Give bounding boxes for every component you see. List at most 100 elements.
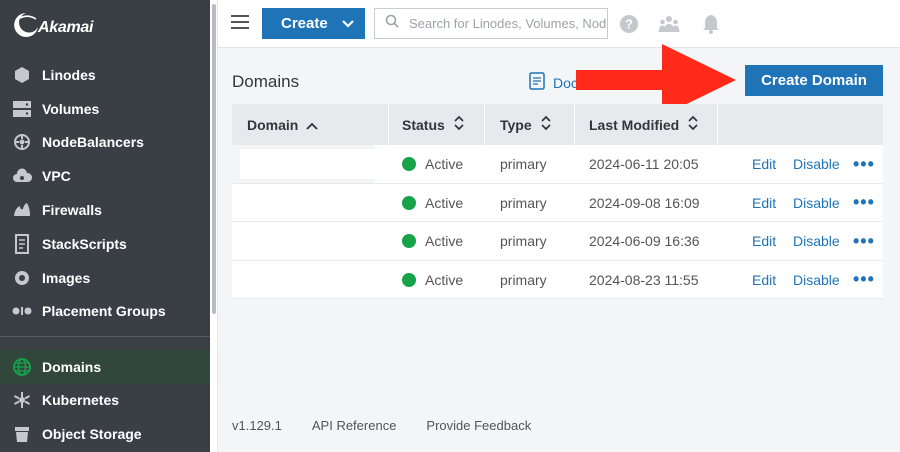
search-input[interactable] xyxy=(409,16,607,31)
create-domain-button[interactable]: Create Domain xyxy=(745,65,883,96)
table-row: Active primary 2024-06-09 16:36 Edit Dis… xyxy=(232,222,883,261)
version-text: v1.129.1 xyxy=(232,418,282,433)
sidebar-item-placement-groups[interactable]: Placement Groups xyxy=(0,294,210,328)
sidebar-item-label: Domains xyxy=(42,359,102,375)
help-icon[interactable]: ? xyxy=(618,13,640,35)
logo-text: Akamai xyxy=(38,19,94,36)
edit-link[interactable]: Edit xyxy=(752,222,776,260)
community-icon[interactable] xyxy=(658,13,680,35)
sidebar-item-domains[interactable]: Domains xyxy=(0,350,210,384)
status-active-icon xyxy=(402,234,416,248)
domains-table: Domain Status Type Last Modified Active … xyxy=(232,104,883,299)
akamai-logo[interactable]: Akamai xyxy=(12,8,93,42)
table-row: Active primary 2024-06-11 20:05 Edit Dis… xyxy=(232,145,883,184)
sidebar-item-images[interactable]: Images xyxy=(0,261,210,295)
sidebar-item-firewalls[interactable]: Firewalls xyxy=(0,193,210,227)
more-actions-icon[interactable]: ••• xyxy=(853,184,875,222)
type-cell: primary xyxy=(500,233,547,249)
sidebar-item-object-storage[interactable]: Object Storage xyxy=(0,417,210,451)
status-active-icon xyxy=(402,272,416,287)
search-icon xyxy=(385,14,399,33)
sidebar-item-label: Placement Groups xyxy=(42,303,166,319)
disable-link[interactable]: Disable xyxy=(793,145,840,183)
create-button-label: Create xyxy=(281,15,328,32)
firewall-icon xyxy=(12,200,32,220)
sidebar-item-volumes[interactable]: Volumes xyxy=(0,92,210,126)
footer: v1.129.1 API Reference Provide Feedback xyxy=(232,418,561,433)
edit-link[interactable]: Edit xyxy=(752,184,776,222)
create-button[interactable]: Create xyxy=(262,8,365,39)
status-cell: Active xyxy=(402,145,463,183)
domain-name-redacted[interactable] xyxy=(240,149,375,179)
more-actions-icon[interactable]: ••• xyxy=(853,261,875,299)
modified-cell: 2024-09-08 16:09 xyxy=(589,194,700,211)
menu-icon[interactable] xyxy=(231,15,249,29)
nodebalancer-icon xyxy=(12,132,32,152)
sidebar-item-label: Linodes xyxy=(42,67,96,83)
column-header-last-modified[interactable]: Last Modified xyxy=(589,104,699,145)
sort-icon xyxy=(540,115,552,134)
sidebar-item-vpc[interactable]: VPC xyxy=(0,159,210,193)
sidebar-item-kubernetes[interactable]: Kubernetes xyxy=(0,383,210,417)
globe-icon xyxy=(12,357,32,377)
sidebar-item-label: Object Storage xyxy=(42,426,142,442)
sort-ascending-icon xyxy=(306,117,318,133)
status-cell: Active xyxy=(402,184,463,222)
modified-cell: 2024-08-23 11:55 xyxy=(589,271,699,288)
bucket-icon xyxy=(12,424,32,444)
disable-link[interactable]: Disable xyxy=(793,222,840,260)
status-active-icon xyxy=(402,195,416,210)
sort-icon xyxy=(453,115,465,134)
top-bar: Create ? xyxy=(218,0,900,48)
chevron-down-icon xyxy=(341,15,354,32)
disable-link[interactable]: Disable xyxy=(793,184,840,222)
modified-cell: 2024-06-09 16:36 xyxy=(589,233,700,249)
search-box[interactable] xyxy=(374,8,608,39)
svg-text:?: ? xyxy=(625,17,633,32)
type-cell: primary xyxy=(500,194,547,211)
modified-cell: 2024-06-11 20:05 xyxy=(589,156,699,172)
status-cell: Active xyxy=(402,222,463,260)
images-icon xyxy=(12,268,32,288)
table-header: Domain Status Type Last Modified xyxy=(232,104,883,145)
sidebar-item-stackscripts[interactable]: StackScripts xyxy=(0,227,210,261)
more-actions-icon[interactable]: ••• xyxy=(853,222,875,260)
edit-link[interactable]: Edit xyxy=(752,261,776,299)
sidebar-item-label: StackScripts xyxy=(42,236,127,252)
sidebar-scrollbar[interactable] xyxy=(210,0,218,452)
placement-icon xyxy=(12,301,32,321)
sort-icon xyxy=(687,115,699,134)
domain-name-redacted[interactable] xyxy=(240,187,375,218)
sidebar-item-label: Volumes xyxy=(42,101,100,117)
column-header-domain[interactable]: Domain xyxy=(247,104,318,145)
column-divider xyxy=(574,104,575,145)
hexagon-icon xyxy=(12,65,32,85)
sidebar-item-nodebalancers[interactable]: NodeBalancers xyxy=(0,125,210,159)
type-cell: primary xyxy=(500,271,547,288)
column-header-status[interactable]: Status xyxy=(402,104,465,145)
sidebar-item-label: Kubernetes xyxy=(42,392,120,408)
disable-link[interactable]: Disable xyxy=(793,261,840,299)
domain-name-redacted[interactable] xyxy=(240,264,375,295)
domain-name-redacted[interactable] xyxy=(240,226,375,256)
type-cell: primary xyxy=(500,156,547,172)
scroll-icon xyxy=(12,234,32,254)
cloud-icon xyxy=(12,166,32,186)
kubernetes-icon xyxy=(12,390,32,410)
column-header-type[interactable]: Type xyxy=(500,104,552,145)
page-title: Domains xyxy=(232,72,300,91)
sidebar-item-linodes[interactable]: Linodes xyxy=(0,58,210,92)
column-divider xyxy=(388,104,389,145)
sidebar-item-label: Images xyxy=(42,270,91,286)
api-reference-link[interactable]: API Reference xyxy=(312,418,397,433)
more-actions-icon[interactable]: ••• xyxy=(853,145,875,183)
notifications-icon[interactable] xyxy=(700,13,722,35)
storage-icon xyxy=(12,99,32,119)
table-row: Active primary 2024-09-08 16:09 Edit Dis… xyxy=(232,183,883,222)
sidebar-item-label: NodeBalancers xyxy=(42,134,144,150)
sidebar: Akamai Linodes Volumes NodeBalancers VPC… xyxy=(0,0,210,452)
edit-link[interactable]: Edit xyxy=(752,145,776,183)
sidebar-item-label: VPC xyxy=(42,168,71,184)
provide-feedback-link[interactable]: Provide Feedback xyxy=(426,418,531,433)
scrollbar-thumb[interactable] xyxy=(212,4,216,314)
